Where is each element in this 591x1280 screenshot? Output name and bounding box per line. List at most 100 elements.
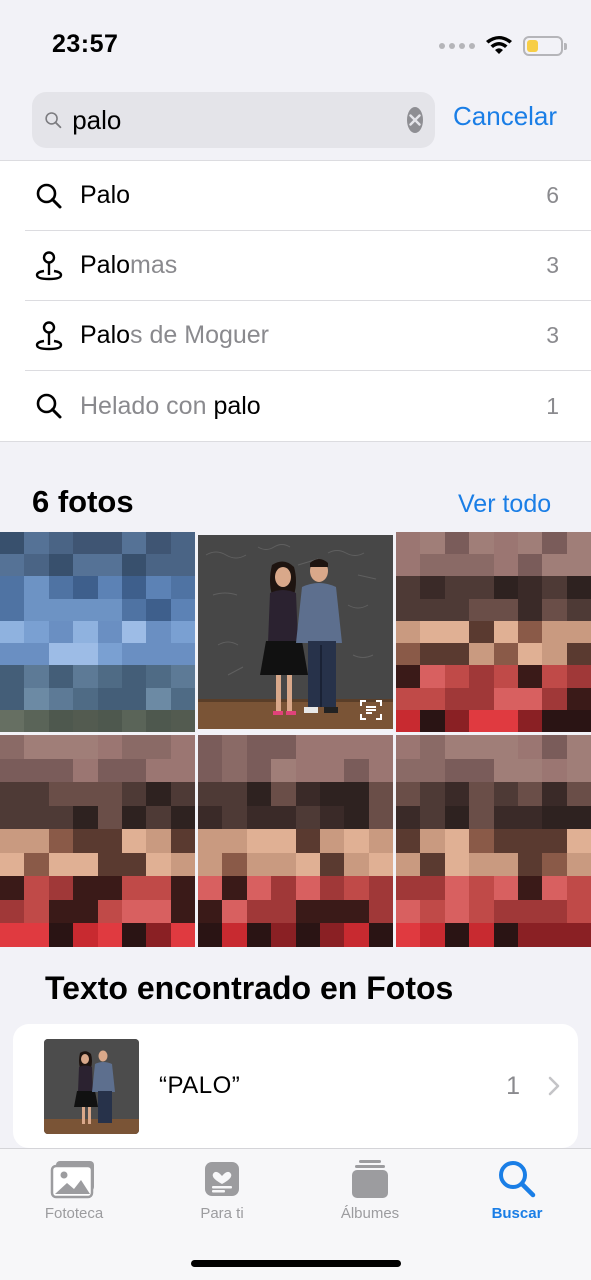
pixel-block <box>73 758 99 784</box>
pixel-block <box>295 829 321 854</box>
pixel-block <box>542 735 568 760</box>
pixel-block <box>146 598 172 622</box>
photo-thumbnail[interactable] <box>0 735 195 947</box>
pixel-block <box>444 620 471 645</box>
pixel-block <box>24 805 50 831</box>
pixel-block <box>73 554 99 578</box>
pixel-block <box>469 899 495 925</box>
pixel-block <box>344 805 370 831</box>
pixel-block <box>121 758 148 784</box>
pixel-block <box>170 576 195 600</box>
pixel-block <box>170 687 195 711</box>
pixel-block <box>170 899 195 925</box>
pixel-block <box>444 554 471 578</box>
pixel-block <box>368 923 393 947</box>
pixel-block <box>271 735 297 760</box>
pixel-block <box>146 923 172 947</box>
tab-albumes[interactable]: Álbumes <box>305 1159 435 1222</box>
photo-thumbnail[interactable] <box>0 532 195 732</box>
suggestion-row[interactable]: Palos de Moguer 3 <box>25 301 591 371</box>
pixel-block <box>319 829 346 854</box>
pixel-block <box>493 687 519 711</box>
pixel-block <box>97 709 123 732</box>
pixel-block <box>566 852 591 878</box>
tab-label: Buscar <box>491 1205 543 1222</box>
search-bar[interactable] <box>32 92 435 148</box>
pixel-block <box>24 643 50 667</box>
pixel-block <box>444 923 471 947</box>
pixel-block <box>24 782 50 807</box>
clear-search-button[interactable] <box>407 107 423 133</box>
pixel-block <box>97 899 123 925</box>
pixel-block <box>444 782 471 807</box>
pixel-block <box>24 923 50 947</box>
pixel-block <box>493 665 519 689</box>
pixel-block <box>0 782 26 807</box>
pixel-block <box>420 687 446 711</box>
cellular-signal-icon <box>439 43 475 49</box>
suggestion-label: Helado con palo <box>80 391 261 420</box>
pixel-block <box>396 735 422 760</box>
pixel-block <box>517 620 544 645</box>
pixel-block <box>24 709 50 732</box>
pixel-block <box>344 758 370 784</box>
pixel-block <box>48 782 75 807</box>
pixel-block <box>493 876 519 901</box>
suggestion-row[interactable]: Helado con palo 1 <box>25 371 591 441</box>
pixel-block <box>121 598 148 622</box>
live-text-icon[interactable] <box>359 699 383 721</box>
pixel-block <box>121 665 148 689</box>
pixel-block <box>517 758 544 784</box>
pixel-block <box>368 829 393 854</box>
pixel-block <box>517 852 544 878</box>
pixel-block <box>24 687 50 711</box>
pixel-block <box>0 805 26 831</box>
pixel-block <box>0 758 26 784</box>
battery-level <box>527 40 539 52</box>
pixel-block <box>48 598 75 622</box>
pixel-block <box>420 805 446 831</box>
tab-para-ti[interactable]: Para ti <box>157 1159 287 1222</box>
text-found-item[interactable]: “PALO” 1 <box>13 1024 578 1148</box>
pixel-block <box>396 643 422 667</box>
pixel-block <box>121 735 148 760</box>
tab-buscar[interactable]: Buscar <box>452 1159 582 1222</box>
tab-fototeca[interactable]: Fototeca <box>9 1159 139 1222</box>
pixel-block <box>566 805 591 831</box>
photo-thumbnail[interactable] <box>198 735 393 947</box>
search-input[interactable] <box>72 104 408 136</box>
pixel-block <box>295 923 321 947</box>
pixel-block <box>146 852 172 878</box>
pixel-block <box>420 643 446 667</box>
albums-icon <box>352 1160 388 1198</box>
pixel-block <box>469 687 495 711</box>
suggestion-row[interactable]: Palomas 3 <box>25 231 591 301</box>
search-icon <box>45 112 62 129</box>
pixel-block <box>198 876 224 901</box>
pixel-block <box>246 852 273 878</box>
pixel-block <box>246 876 273 901</box>
photo-thumbnail[interactable] <box>396 735 591 947</box>
suggestion-row[interactable]: Palo 6 <box>25 161 591 231</box>
pixel-block <box>444 643 471 667</box>
pixel-block <box>396 576 422 600</box>
pixel-block <box>146 665 172 689</box>
pixel-block <box>344 829 370 854</box>
status-time: 23:57 <box>52 30 119 58</box>
pixel-block <box>517 598 544 622</box>
pixel-block <box>146 554 172 578</box>
pixel-block <box>24 532 50 556</box>
cancel-button[interactable]: Cancelar <box>453 101 557 132</box>
pixel-block <box>319 923 346 947</box>
pixel-block <box>146 899 172 925</box>
photo-thumbnail[interactable] <box>198 535 393 729</box>
pixel-block <box>48 805 75 831</box>
pixel-block <box>542 554 568 578</box>
pixel-block <box>517 876 544 901</box>
pixel-block <box>170 782 195 807</box>
photo-thumbnail[interactable] <box>396 532 591 732</box>
pixel-block <box>121 899 148 925</box>
photos-library-icon <box>50 1161 94 1199</box>
pixel-block <box>420 620 446 645</box>
see-all-link[interactable]: Ver todo <box>458 490 551 519</box>
